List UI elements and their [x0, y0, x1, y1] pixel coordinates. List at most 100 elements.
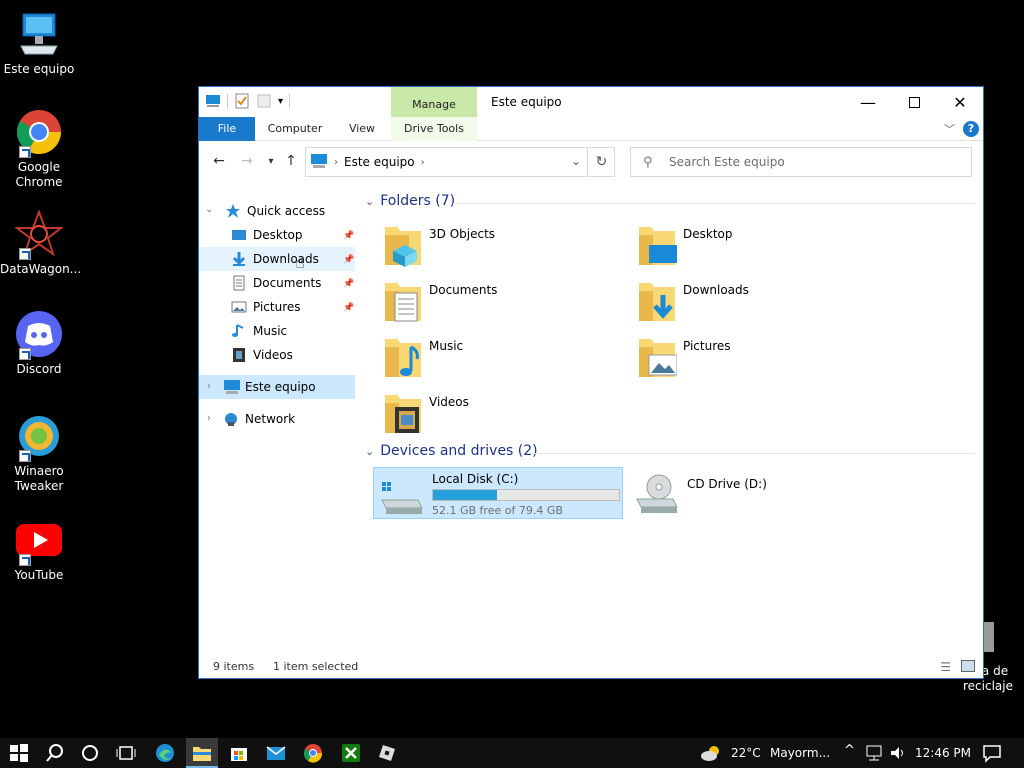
pin-icon[interactable]: 📌	[343, 231, 354, 241]
folders-group-header[interactable]: ⌄ Folders (7)	[365, 193, 455, 209]
search-icon[interactable]	[45, 743, 65, 763]
maximize-button[interactable]	[891, 87, 937, 117]
new-folder-icon[interactable]	[256, 93, 272, 109]
large-icons-view-button[interactable]	[961, 660, 975, 672]
disk-usage-bar	[432, 489, 620, 501]
sidebar-item-quick-access[interactable]: Quick access	[225, 199, 325, 223]
folder-music[interactable]: Music	[383, 335, 633, 387]
edge-icon[interactable]	[155, 743, 175, 763]
sidebar-item-music[interactable]: Music	[231, 319, 287, 343]
address-bar[interactable]: › Este equipo › ⌄	[305, 147, 588, 177]
pictures-icon	[231, 299, 247, 315]
breadcrumb-separator-icon[interactable]: ›	[421, 157, 425, 168]
desktop-icon-discord[interactable]: Discord	[0, 310, 78, 377]
cortana-icon[interactable]	[80, 743, 100, 763]
sidebar-item-desktop[interactable]: Desktop	[231, 223, 351, 247]
tab-drive-tools[interactable]: Drive Tools	[391, 117, 477, 141]
minimize-button[interactable]: —	[845, 87, 891, 117]
recent-locations-icon[interactable]: ▾	[261, 156, 281, 167]
folder-3d-objects[interactable]: 3D Objects	[383, 223, 633, 275]
address-dropdown-icon[interactable]: ⌄	[571, 154, 581, 168]
search-icon: ⚲	[643, 154, 653, 170]
forward-button[interactable]: →	[237, 153, 257, 169]
notifications-icon[interactable]	[982, 743, 1002, 763]
tab-view[interactable]: View	[339, 117, 385, 141]
network-icon[interactable]	[864, 743, 884, 763]
show-hidden-icons-icon[interactable]: ^	[844, 743, 855, 758]
pin-icon[interactable]: 📌	[343, 255, 354, 265]
file-explorer-window: ▾ Manage Este equipo — ✕ File Computer V…	[198, 86, 984, 679]
expand-icon[interactable]: ›	[207, 413, 211, 424]
pin-icon[interactable]: 📌	[343, 279, 354, 289]
sidebar-item-pictures[interactable]: Pictures	[231, 295, 301, 319]
qat-dropdown-icon[interactable]: ▾	[278, 96, 283, 107]
sidebar-item-documents[interactable]: Documents	[231, 271, 321, 295]
computer-icon	[205, 93, 221, 109]
drive-local-disk-c[interactable]: Local Disk (C:) 52.1 GB free of 79.4 GB	[373, 467, 623, 519]
quick-access-toolbar: ▾	[205, 93, 291, 109]
drive-cd-d[interactable]: CD Drive (D:)	[629, 467, 879, 519]
folder-downloads[interactable]: Downloads	[637, 279, 887, 331]
taskbar: 22°C Mayorm... ^ 12:46 PM	[0, 738, 1024, 768]
music-folder-icon	[383, 335, 423, 379]
status-item-count: 9 items	[213, 660, 255, 673]
pin-icon[interactable]: 📌	[343, 303, 354, 313]
task-view-icon[interactable]	[116, 743, 136, 763]
folder-pictures[interactable]: Pictures	[637, 335, 887, 387]
tab-file[interactable]: File	[199, 117, 255, 141]
close-button[interactable]: ✕	[937, 87, 983, 117]
store-icon[interactable]	[229, 743, 249, 763]
sidebar-item-label: Videos	[253, 348, 293, 362]
details-view-button[interactable]: ☰	[940, 660, 951, 674]
clock[interactable]: 12:46 PM	[915, 746, 971, 760]
devices-group-header[interactable]: ⌄ Devices and drives (2)	[365, 443, 538, 459]
tile-label: Music	[429, 339, 464, 353]
divider	[457, 203, 975, 204]
sidebar-item-network[interactable]: Network	[223, 407, 295, 431]
up-button[interactable]: ↑	[281, 153, 301, 169]
desktop-icon-chrome[interactable]: Google Chrome	[0, 108, 78, 190]
desktop-icon-este-equipo[interactable]: Este equipo	[0, 10, 78, 77]
xbox-icon[interactable]	[341, 743, 361, 763]
sidebar-item-downloads[interactable]: Downloads	[199, 247, 355, 271]
weather-description[interactable]: Mayorm...	[770, 746, 830, 760]
weather-icon[interactable]	[700, 743, 720, 763]
weather-temperature[interactable]: 22°C	[731, 746, 761, 760]
youtube-icon	[15, 516, 63, 566]
folder-desktop[interactable]: Desktop	[637, 223, 887, 275]
tab-computer[interactable]: Computer	[259, 117, 331, 141]
winaero-icon	[15, 412, 63, 462]
expand-icon[interactable]: ›	[207, 381, 211, 392]
network-icon	[223, 411, 239, 427]
tab-manage[interactable]: Manage	[391, 87, 477, 117]
desktop-icon-datawagon[interactable]: DataWagon...	[0, 209, 81, 277]
desktop-icon-youtube[interactable]: YouTube	[0, 516, 78, 583]
mail-icon[interactable]	[266, 743, 286, 763]
folder-videos[interactable]: Videos	[383, 391, 633, 443]
properties-icon[interactable]	[234, 93, 250, 109]
folder-documents[interactable]: Documents	[383, 279, 633, 331]
shortcut-arrow-icon	[19, 450, 31, 462]
volume-icon[interactable]	[888, 743, 908, 763]
desktop-icon-winaero[interactable]: Winaero Tweaker	[0, 412, 78, 494]
expand-ribbon-icon[interactable]: ﹀	[944, 121, 955, 137]
refresh-button[interactable]: ↻	[589, 147, 615, 177]
search-input[interactable]: ⚲ Search Este equipo	[630, 147, 972, 177]
chrome-icon[interactable]	[303, 743, 323, 763]
music-note-icon	[231, 323, 247, 339]
sidebar-item-label: Quick access	[247, 204, 326, 218]
back-button[interactable]: ←	[209, 153, 229, 169]
pictures-folder-icon	[637, 335, 678, 379]
chrome-icon	[15, 108, 63, 158]
sidebar-item-videos[interactable]: Videos	[231, 343, 293, 367]
taskbar-file-explorer[interactable]	[186, 738, 218, 768]
help-icon[interactable]: ?	[963, 121, 979, 137]
windows-start-icon[interactable]	[9, 743, 29, 763]
collapse-icon[interactable]: ⌄	[205, 204, 213, 215]
roblox-icon[interactable]	[377, 743, 397, 763]
breadcrumb-este-equipo[interactable]: Este equipo	[344, 155, 415, 169]
tile-label: 3D Objects	[429, 227, 496, 241]
shortcut-arrow-icon	[19, 348, 31, 360]
sidebar-item-label: Network	[245, 412, 296, 426]
disk-usage-fill	[433, 490, 497, 500]
